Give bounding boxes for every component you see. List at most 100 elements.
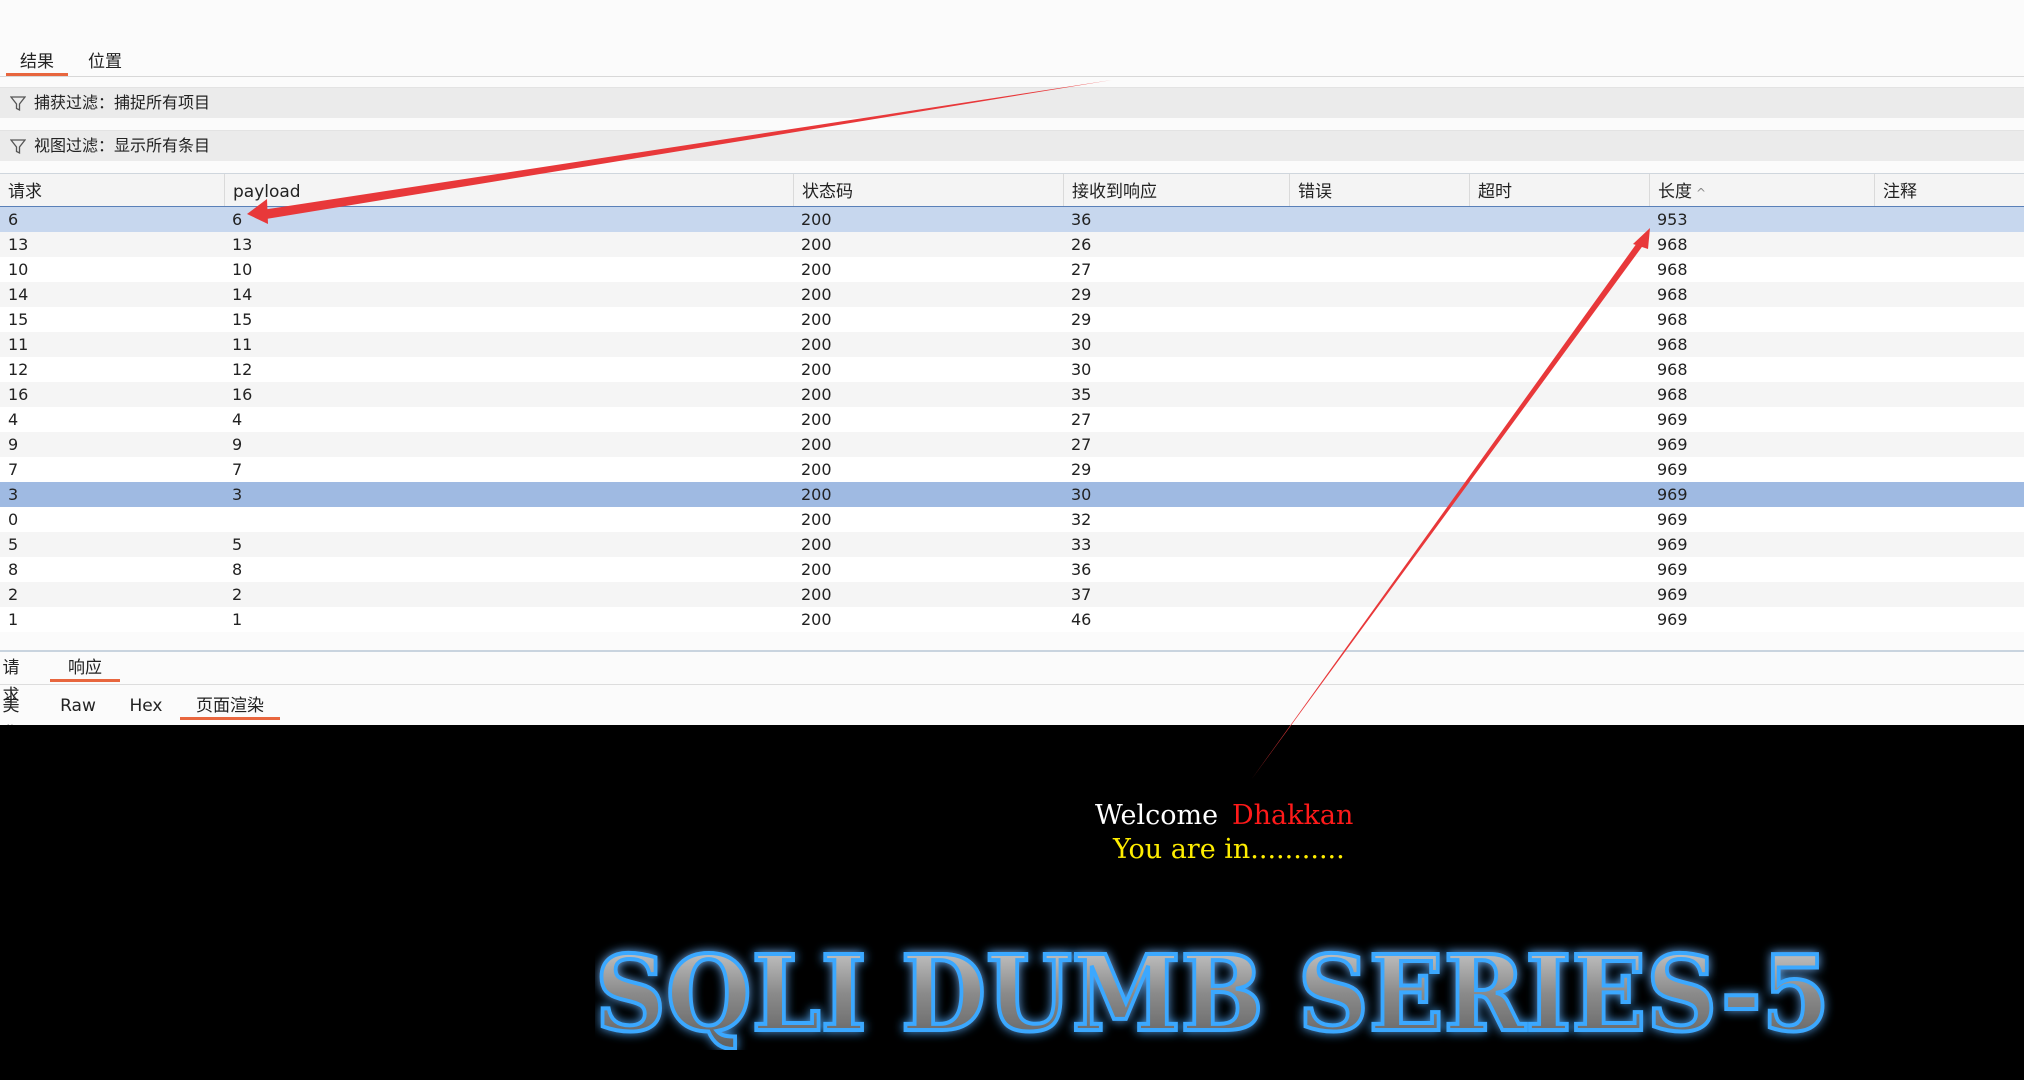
table-row[interactable]: 2 2 200 37 969 [0,582,2024,607]
cell-comment [1874,332,1882,357]
cell-request: 16 [8,385,29,404]
tab-pretty[interactable]: 美化 [0,692,26,744]
cell-timeout [1469,282,1477,307]
col-received[interactable]: 接收到响应 [1063,174,1289,208]
cell-status: 200 [801,510,832,529]
table-row[interactable]: 12 12 200 30 968 [0,357,2024,382]
tab-request[interactable]: 请求 [0,654,26,706]
tab-raw[interactable]: Raw [56,692,100,720]
cell-length: 969 [1657,610,1688,629]
col-payload[interactable]: payload [224,174,793,208]
tab-results[interactable]: 结果 [6,48,68,76]
cell-error [1289,457,1297,482]
cell-timeout [1469,507,1477,532]
cell-payload: 3 [232,485,243,504]
pane-divider[interactable] [0,650,2024,652]
cell-payload: 15 [232,310,253,329]
table-row[interactable]: 10 10 200 27 968 [0,257,2024,282]
cell-error [1289,282,1297,307]
cell-comment [1874,607,1882,632]
cell-received: 35 [1071,385,1092,404]
table-row[interactable]: 0 200 32 969 [0,507,2024,532]
cell-request: 10 [8,260,29,279]
cell-payload: 5 [232,535,243,554]
table-row[interactable]: 16 16 200 35 968 [0,382,2024,407]
col-length-label: 长度 [1658,182,1692,202]
table-row[interactable]: 15 15 200 29 968 [0,307,2024,332]
cell-received: 46 [1071,610,1092,629]
col-length[interactable]: 长度 ^ [1649,174,1874,208]
cell-request: 6 [8,210,19,229]
col-request[interactable]: 请求 [0,174,224,208]
cell-error [1289,332,1297,357]
tab-render[interactable]: 页面渲染 [180,692,280,720]
capture-filter-bar[interactable]: 捕获过滤：捕捉所有项目 [0,87,2024,118]
cell-request: 2 [8,585,19,604]
table-row[interactable]: 3 3 200 30 969 [0,482,2024,507]
cell-received: 32 [1071,510,1092,529]
cell-comment [1874,357,1882,382]
tab-hex[interactable]: Hex [126,692,166,720]
cell-received: 29 [1071,285,1092,304]
cell-status: 200 [801,535,832,554]
table-row[interactable]: 11 11 200 30 968 [0,332,2024,357]
table-row[interactable]: 5 5 200 33 969 [0,532,2024,557]
cell-request: 7 [8,460,19,479]
cell-received: 30 [1071,335,1092,354]
cell-received: 29 [1071,460,1092,479]
tab-response[interactable]: 响应 [50,654,120,682]
cell-request: 1 [8,610,19,629]
cell-comment [1874,532,1882,557]
cell-error [1289,532,1297,557]
cell-request: 12 [8,360,29,379]
col-error[interactable]: 错误 [1289,174,1469,208]
cell-comment [1874,257,1882,282]
cell-timeout [1469,232,1477,257]
sort-ascending-icon: ^ [1696,186,1707,200]
cell-error [1289,307,1297,332]
table-row[interactable]: 6 6 200 36 953 [0,206,2024,233]
cell-comment [1874,507,1882,532]
login-status-text: You are in........... [1113,834,1345,865]
cell-status: 200 [801,385,832,404]
cell-payload: 6 [232,210,243,229]
col-timeout[interactable]: 超时 [1469,174,1649,208]
cell-status: 200 [801,460,832,479]
table-row[interactable]: 8 8 200 36 969 [0,557,2024,582]
col-comment[interactable]: 注释 [1874,174,2024,208]
cell-received: 26 [1071,235,1092,254]
cell-length: 968 [1657,360,1688,379]
table-row[interactable]: 7 7 200 29 969 [0,457,2024,482]
cell-comment [1874,207,1882,232]
table-row[interactable]: 13 13 200 26 968 [0,232,2024,257]
cell-request: 5 [8,535,19,554]
tab-positions[interactable]: 位置 [80,48,130,76]
col-status[interactable]: 状态码 [793,174,1063,208]
cell-error [1289,482,1297,507]
cell-error [1289,382,1297,407]
cell-length: 968 [1657,310,1688,329]
logo-text: SQLI DUMB SERIES-5 [595,932,1830,1050]
sqli-logo: SQLI DUMB SERIES-5 [593,930,1855,1057]
cell-status: 200 [801,235,832,254]
cell-payload: 9 [232,435,243,454]
table-row[interactable]: 1 1 200 46 969 [0,607,2024,632]
table-row[interactable]: 4 4 200 27 969 [0,407,2024,432]
table-row[interactable]: 14 14 200 29 968 [0,282,2024,307]
cell-status: 200 [801,585,832,604]
view-filter-bar[interactable]: 视图过滤：显示所有条目 [0,130,2024,161]
cell-payload: 4 [232,410,243,429]
cell-length: 968 [1657,335,1688,354]
cell-error [1289,232,1297,257]
cell-received: 30 [1071,485,1092,504]
cell-payload: 13 [232,235,253,254]
table-row[interactable]: 9 9 200 27 969 [0,432,2024,457]
cell-timeout [1469,257,1477,282]
welcome-text: Welcome [1095,800,1219,831]
cell-length: 968 [1657,260,1688,279]
username-text: Dhakkan [1232,800,1354,831]
cell-error [1289,607,1297,632]
cell-request: 15 [8,310,29,329]
cell-length: 969 [1657,485,1688,504]
cell-payload: 10 [232,260,253,279]
